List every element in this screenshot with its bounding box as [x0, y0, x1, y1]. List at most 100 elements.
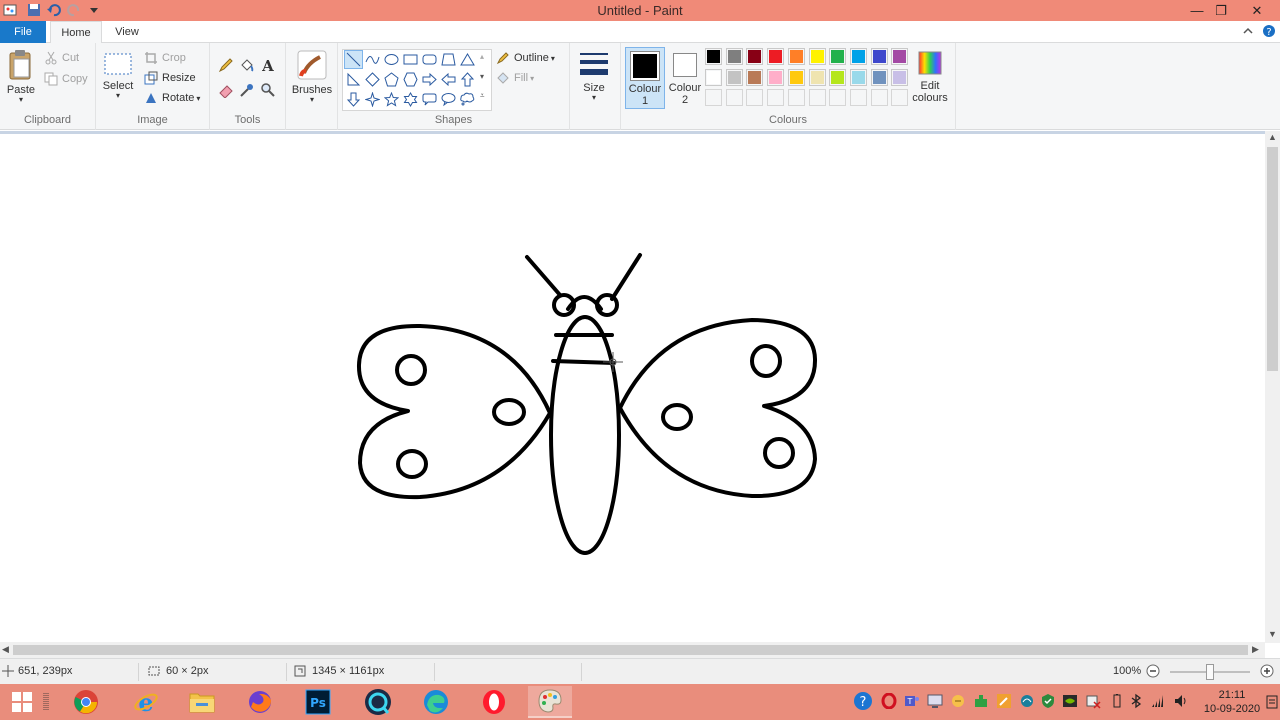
colour-swatch[interactable]	[767, 68, 785, 86]
cut-button[interactable]: Cut	[44, 51, 79, 65]
fill-button[interactable]: Fill ▾	[496, 71, 534, 85]
resize-button[interactable]: Resize	[144, 71, 196, 85]
custom-colour-slot[interactable]	[849, 89, 867, 107]
restore-button[interactable]: ❐	[1206, 0, 1236, 21]
zoom-slider-thumb[interactable]	[1206, 664, 1214, 680]
shape-right-arrow[interactable]	[420, 70, 439, 89]
colour-swatch[interactable]	[767, 48, 785, 65]
shape-left-arrow[interactable]	[439, 70, 458, 89]
colour-swatch[interactable]	[725, 48, 743, 65]
zoom-out-button[interactable]	[1146, 664, 1160, 678]
custom-colour-slot[interactable]	[746, 89, 764, 107]
shape-triangle[interactable]	[458, 50, 477, 69]
drawing-canvas[interactable]	[0, 134, 1265, 642]
shape-six-point-star[interactable]	[401, 90, 420, 109]
custom-colour-slot[interactable]	[891, 89, 909, 107]
colour-swatch[interactable]	[870, 68, 888, 86]
shield-check-tray-icon[interactable]	[1040, 693, 1056, 709]
pencil-tool[interactable]	[216, 55, 236, 75]
scroll-up-icon[interactable]: ▲	[1268, 132, 1277, 142]
browser-tray-icon[interactable]	[1019, 693, 1035, 709]
colour-picker-tool[interactable]	[237, 80, 257, 100]
eraser-tool[interactable]	[216, 80, 236, 100]
taskbar-paint-active[interactable]	[528, 686, 572, 718]
horizontal-scrollbar[interactable]: ◀ ▶	[0, 642, 1265, 658]
custom-colour-slot[interactable]	[870, 89, 888, 107]
opera-tray-icon[interactable]	[881, 693, 897, 709]
shape-oval-callout[interactable]	[439, 90, 458, 109]
taskbar-clock[interactable]: 21:11 10-09-2020	[1202, 688, 1262, 716]
taskbar-firefox[interactable]	[238, 686, 282, 718]
fill-tool[interactable]	[237, 55, 257, 75]
edit-colours-button[interactable]: Edit colours	[909, 49, 951, 104]
collapse-ribbon-icon[interactable]	[1241, 24, 1255, 38]
shape-rounded-rectangle[interactable]	[420, 50, 439, 69]
shape-rectangle[interactable]	[401, 50, 420, 69]
custom-colour-slot[interactable]	[705, 89, 722, 107]
colour-swatch[interactable]	[787, 68, 805, 86]
paste-button[interactable]: Paste ▾	[4, 49, 38, 104]
chat-tray-icon[interactable]	[950, 693, 966, 709]
shape-five-point-star[interactable]	[382, 90, 401, 109]
shape-down-arrow[interactable]	[344, 90, 363, 109]
task-view-button[interactable]	[36, 686, 56, 718]
taskbar-edge[interactable]	[414, 686, 458, 718]
outline-button[interactable]: Outline ▾	[496, 51, 555, 65]
shape-rounded-callout[interactable]	[420, 90, 439, 109]
colour-swatch[interactable]	[829, 68, 847, 86]
shape-oval[interactable]	[382, 50, 401, 69]
custom-colour-slot[interactable]	[767, 89, 785, 107]
shape-right-triangle[interactable]	[344, 70, 363, 89]
rotate-button[interactable]: Rotate ▾	[144, 91, 200, 105]
colour-swatch[interactable]	[870, 48, 888, 65]
shape-four-point-star[interactable]	[363, 90, 382, 109]
colour-swatch[interactable]	[829, 48, 847, 65]
battery-tray-icon[interactable]	[1109, 693, 1125, 709]
bluetooth-tray-icon[interactable]	[1128, 693, 1144, 709]
colour-swatch[interactable]	[849, 48, 867, 65]
shape-diamond[interactable]	[363, 70, 382, 89]
shape-pentagon[interactable]	[382, 70, 401, 89]
remove-device-tray-icon[interactable]	[1085, 693, 1101, 709]
custom-colour-slot[interactable]	[829, 89, 847, 107]
shapes-scroll-down-icon[interactable]: ▾	[480, 72, 484, 81]
shape-polygon[interactable]	[439, 50, 458, 69]
colour-swatch[interactable]	[725, 68, 743, 86]
scroll-right-icon[interactable]: ▶	[1252, 644, 1259, 655]
taskbar-photoshop[interactable]: Ps	[296, 686, 340, 718]
close-button[interactable]: ✕	[1242, 0, 1272, 21]
scroll-left-icon[interactable]: ◀	[2, 644, 9, 655]
taskbar-screen-recorder[interactable]	[356, 686, 400, 718]
taskbar-file-explorer[interactable]	[180, 686, 224, 718]
help-circle-icon[interactable]: ?	[853, 691, 873, 711]
colour-swatch[interactable]	[849, 68, 867, 86]
shape-up-arrow[interactable]	[458, 70, 477, 89]
puzzle-tray-icon[interactable]	[973, 693, 989, 709]
taskbar-chrome[interactable]	[64, 686, 108, 718]
colour-swatch[interactable]	[808, 68, 826, 86]
shape-hexagon[interactable]	[401, 70, 420, 89]
shape-cloud-callout[interactable]	[458, 90, 477, 109]
help-icon[interactable]: ?	[1262, 24, 1276, 38]
brushes-button[interactable]: Brushes ▾	[290, 49, 334, 104]
colour-swatch[interactable]	[705, 48, 722, 65]
monitor-tray-icon[interactable]	[927, 693, 943, 709]
size-button[interactable]: Size ▾	[574, 49, 614, 102]
text-tool[interactable]: A	[258, 55, 278, 75]
colour-swatch[interactable]	[808, 48, 826, 65]
colour-swatch[interactable]	[787, 48, 805, 65]
tab-view[interactable]: View	[104, 21, 150, 43]
shapes-more-icon[interactable]: ⩡	[480, 91, 485, 101]
notification-area-button[interactable]	[1266, 686, 1278, 718]
shape-line[interactable]	[344, 50, 363, 69]
select-button[interactable]: Select ▾	[102, 51, 134, 100]
vertical-scroll-thumb[interactable]	[1267, 147, 1278, 371]
colour2-button[interactable]: Colour 2	[665, 47, 705, 109]
colour-swatch[interactable]	[891, 48, 909, 65]
pencil-tray-icon[interactable]	[996, 693, 1012, 709]
custom-colour-slot[interactable]	[808, 89, 826, 107]
volume-tray-icon[interactable]	[1173, 693, 1189, 709]
tab-file[interactable]: File	[0, 21, 46, 43]
custom-colour-slot[interactable]	[725, 89, 743, 107]
wifi-tray-icon[interactable]	[1150, 693, 1166, 709]
